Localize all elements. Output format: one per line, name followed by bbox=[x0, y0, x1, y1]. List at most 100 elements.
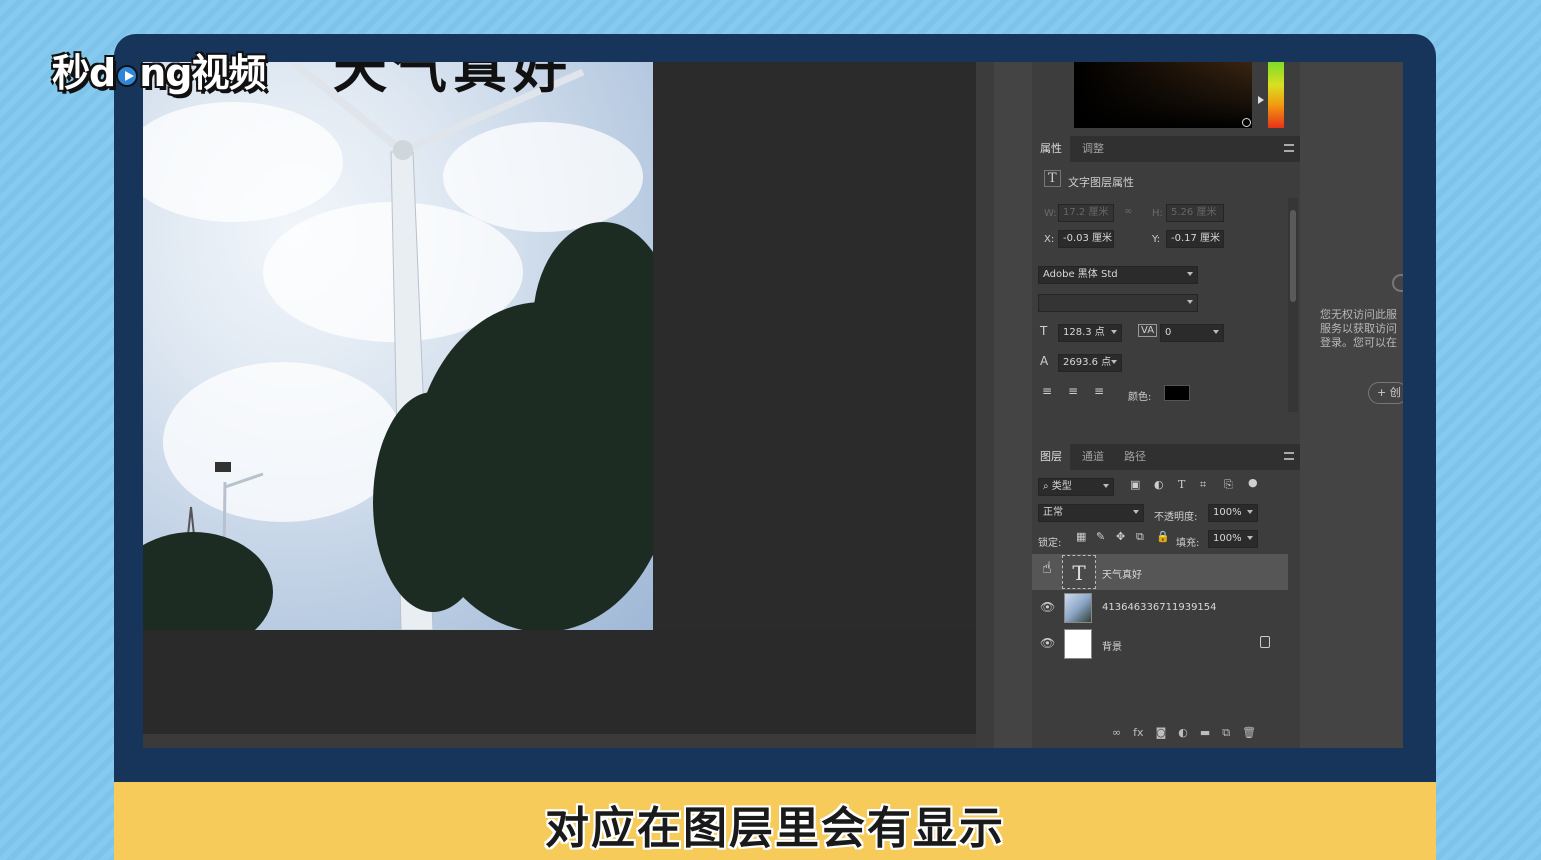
vertical-scrollbar[interactable] bbox=[976, 62, 994, 748]
blend-mode-select[interactable]: 正常 bbox=[1038, 504, 1144, 522]
filter-image-icon[interactable]: ▣ bbox=[1130, 478, 1140, 491]
font-size-field[interactable]: 128.3 点 bbox=[1058, 324, 1122, 342]
layers-tabbar: 图层 通道 路径 bbox=[1032, 444, 1300, 470]
layer-filter-select[interactable]: ⌕ 类型 bbox=[1038, 478, 1114, 496]
photoshop-window: 天气真好 属性 调整 T 文字图层属性 W: 17.2 厘米 ∞ H: 5.26… bbox=[143, 62, 1403, 748]
link-layers-icon[interactable]: ∞ bbox=[1112, 726, 1121, 740]
lock-all-icon[interactable]: 🔒 bbox=[1156, 530, 1170, 543]
subtitle-bar: 对应在图层里会有显示 bbox=[114, 782, 1436, 860]
folder-icon[interactable]: ▬ bbox=[1200, 726, 1210, 740]
filter-search-icon: ⌕ bbox=[1043, 481, 1052, 492]
y-label: Y: bbox=[1152, 234, 1161, 245]
filter-smart-icon[interactable]: ⎘ bbox=[1224, 478, 1233, 492]
trash-icon[interactable]: 🗑 bbox=[1242, 726, 1256, 740]
tracking-field[interactable]: 0 bbox=[1160, 324, 1224, 342]
background-layer-thumbnail bbox=[1064, 629, 1092, 659]
tracking-icon: VA bbox=[1138, 324, 1158, 337]
layer-name: 天气真好 bbox=[1102, 570, 1142, 581]
logo-text-a: 秒 bbox=[52, 51, 90, 95]
image-layer-thumbnail bbox=[1064, 593, 1092, 623]
font-family-select[interactable]: Adobe 黑体 Std bbox=[1038, 266, 1198, 284]
fill-label: 填充: bbox=[1176, 538, 1200, 549]
layer-name: 背景 bbox=[1102, 642, 1122, 653]
font-style-select[interactable] bbox=[1038, 294, 1198, 312]
color-label: 颜色: bbox=[1128, 392, 1152, 403]
font-size-value: 128.3 点 bbox=[1063, 327, 1105, 338]
layer-filter-value: 类型 bbox=[1051, 481, 1072, 492]
side-create-button[interactable]: + 创 bbox=[1368, 382, 1403, 404]
tab-properties[interactable]: 属性 bbox=[1032, 136, 1070, 162]
layers-menu-icon[interactable] bbox=[1284, 452, 1294, 460]
tab-channels[interactable]: 通道 bbox=[1074, 444, 1112, 470]
hand-cursor-icon: ☝ bbox=[1042, 558, 1052, 577]
side-message-panel: 您无权访问此服 服务以获取访问 登录。您可以在 + 创 bbox=[1300, 62, 1403, 748]
lock-transparent-icon[interactable]: ▦ bbox=[1076, 530, 1086, 543]
tab-adjustments[interactable]: 调整 bbox=[1074, 136, 1112, 162]
blend-mode-value: 正常 bbox=[1043, 507, 1063, 518]
color-marker[interactable] bbox=[1242, 118, 1251, 127]
info-ring-icon bbox=[1392, 274, 1403, 292]
fill-value: 100% bbox=[1213, 533, 1242, 544]
filter-toggle-icon[interactable]: ● bbox=[1248, 476, 1258, 489]
properties-scrollbar[interactable] bbox=[1288, 198, 1298, 412]
align-center-icon[interactable]: ≡ bbox=[1068, 384, 1078, 398]
canvas-image[interactable]: 天气真好 bbox=[143, 62, 653, 630]
layer-name: 41364633671193915​4 bbox=[1102, 602, 1217, 613]
side-message-text: 您无权访问此服 服务以获取访问 登录。您可以在 bbox=[1320, 308, 1397, 349]
opacity-value: 100% bbox=[1213, 507, 1242, 518]
hue-arrow-icon[interactable] bbox=[1258, 96, 1264, 104]
fill-field[interactable]: 100% bbox=[1208, 530, 1258, 548]
align-left-icon[interactable]: ≡ bbox=[1042, 384, 1052, 398]
lock-paint-icon[interactable]: ✎ bbox=[1096, 530, 1105, 543]
height-field[interactable]: 5.26 厘米 bbox=[1166, 204, 1224, 222]
filter-shape-icon[interactable]: ⌗ bbox=[1200, 478, 1206, 492]
scroll-thumb[interactable] bbox=[1290, 210, 1296, 302]
tracking-value: 0 bbox=[1165, 327, 1172, 338]
text-layer-icon: T bbox=[1044, 170, 1061, 187]
align-right-icon[interactable]: ≡ bbox=[1094, 384, 1104, 398]
mask-icon[interactable]: ◙ bbox=[1156, 726, 1167, 740]
h-label: H: bbox=[1152, 208, 1163, 219]
layer-lock-icon bbox=[1260, 636, 1270, 648]
color-field[interactable] bbox=[1074, 62, 1252, 128]
hue-slider[interactable] bbox=[1268, 62, 1284, 128]
panel-menu-icon[interactable] bbox=[1284, 144, 1294, 152]
width-field[interactable]: 17.2 厘米 bbox=[1058, 204, 1114, 222]
text-color-swatch[interactable] bbox=[1164, 385, 1190, 401]
link-icon[interactable]: ∞ bbox=[1124, 206, 1132, 217]
play-icon bbox=[116, 64, 139, 87]
right-panels: 属性 调整 T 文字图层属性 W: 17.2 厘米 ∞ H: 5.26 厘米 X… bbox=[1032, 62, 1300, 748]
lock-artboard-icon[interactable]: ⧉ bbox=[1136, 530, 1144, 544]
tab-layers[interactable]: 图层 bbox=[1032, 444, 1070, 470]
brand-logo: 秒d ng视频 bbox=[52, 42, 266, 97]
new-layer-icon[interactable]: ⧉ bbox=[1222, 726, 1230, 740]
canvas-workspace-bottom bbox=[143, 630, 976, 748]
fx-icon[interactable]: fx bbox=[1133, 726, 1143, 740]
visibility-eye-icon[interactable]: 👁 bbox=[1040, 636, 1055, 650]
x-label: X: bbox=[1044, 234, 1055, 245]
lock-move-icon[interactable]: ✥ bbox=[1116, 530, 1125, 543]
tab-paths[interactable]: 路径 bbox=[1116, 444, 1154, 470]
canvas-text-layer: 天气真好 bbox=[333, 62, 573, 100]
w-label: W: bbox=[1044, 208, 1057, 219]
layer-row-background[interactable]: 👁 背景 bbox=[1032, 626, 1288, 662]
horizontal-scrollbar[interactable] bbox=[143, 734, 976, 748]
layer-row-image[interactable]: 👁 41364633671193915​4 bbox=[1032, 590, 1288, 626]
y-field[interactable]: -0.17 厘米 bbox=[1166, 230, 1224, 248]
visibility-eye-icon[interactable]: 👁 bbox=[1040, 600, 1055, 614]
text-layer-thumbnail: T bbox=[1062, 555, 1096, 589]
opacity-field[interactable]: 100% bbox=[1208, 504, 1258, 522]
lock-label: 锁定: bbox=[1038, 538, 1062, 549]
filter-text-icon[interactable]: T bbox=[1178, 478, 1185, 491]
adjustment-icon[interactable]: ◐ bbox=[1178, 726, 1188, 740]
font-size-icon: T bbox=[1040, 324, 1048, 338]
properties-tabbar: 属性 调整 bbox=[1032, 136, 1300, 162]
layers-footer: ∞ fx ◙ ◐ ▬ ⧉ 🗑 bbox=[1112, 726, 1256, 740]
subtitle-text: 对应在图层里会有显示 bbox=[545, 803, 1005, 854]
logo-text-c: ng视频 bbox=[139, 51, 266, 95]
x-field[interactable]: -0.03 厘米 bbox=[1058, 230, 1114, 248]
filter-adjustment-icon[interactable]: ◐ bbox=[1154, 478, 1164, 491]
layer-row-text[interactable]: T 天气真好 bbox=[1032, 554, 1288, 590]
opacity-label: 不透明度: bbox=[1154, 512, 1198, 523]
leading-field[interactable]: 2693.6 点 bbox=[1058, 354, 1122, 372]
